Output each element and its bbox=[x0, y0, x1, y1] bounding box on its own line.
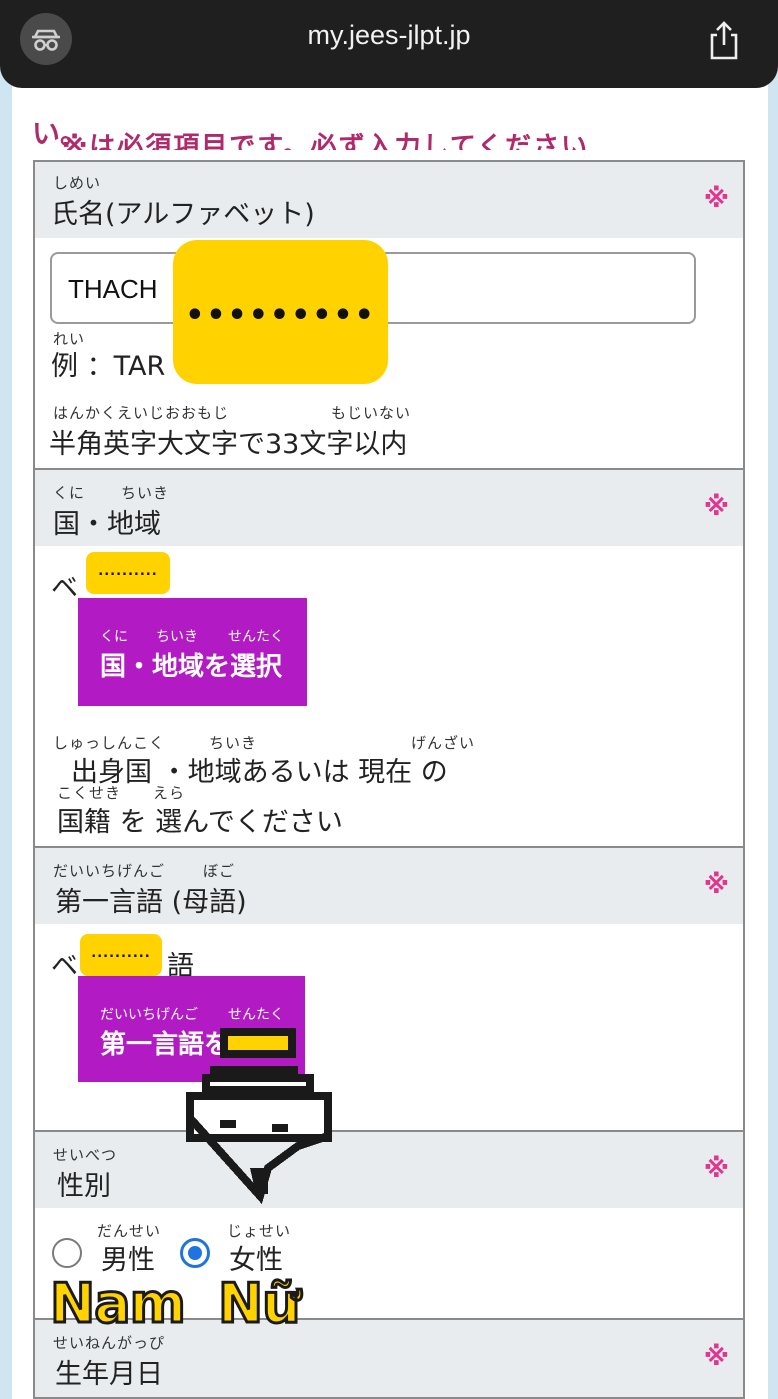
country-section-header: くに ちいき 国・地域 ※ bbox=[33, 468, 745, 548]
gender-section-header: せいべつ 性別 ※ bbox=[33, 1130, 745, 1210]
language-ruby-2: ぼご bbox=[203, 862, 236, 880]
country-value: ベ bbox=[51, 573, 78, 604]
censor-box: .......... bbox=[80, 934, 162, 976]
overlay-caption-nu: Nữ bbox=[217, 1271, 303, 1337]
button-ruby-3: せんたく bbox=[228, 629, 284, 645]
name-ruby: しめい bbox=[53, 174, 102, 192]
name-section-header: しめい 氏名(アルファベット) ※ bbox=[33, 160, 745, 240]
required-notice: い。 bbox=[32, 117, 89, 150]
censor-dots: .......... bbox=[91, 946, 151, 961]
language-value-prefix: ベ bbox=[51, 951, 78, 982]
gender-label: 性別 bbox=[57, 1171, 111, 1202]
gender-female-radio[interactable] bbox=[180, 1238, 210, 1268]
required-mark: ※ bbox=[703, 1342, 729, 1372]
censor-box: .......... bbox=[86, 552, 170, 594]
overlay-caption-nam: Nam bbox=[49, 1271, 188, 1337]
pixel-hand-cursor-icon bbox=[186, 1028, 332, 1204]
browser-toolbar: my.jees-jlpt.jp bbox=[0, 0, 778, 88]
gender-ruby: せいべつ bbox=[53, 1146, 118, 1164]
country-hint-1: 出身国 ・地域あるいは 現在 の bbox=[71, 757, 448, 788]
required-notice-partial: ※は必須項目です。必ず入力してください bbox=[62, 132, 590, 150]
button-ruby-1: くに bbox=[100, 629, 128, 645]
select-country-button[interactable]: くに ちいき せんたく 国・地域を選択 bbox=[78, 598, 307, 706]
select-country-label: 国・地域を選択 bbox=[100, 652, 283, 682]
name-label: 氏名(アルファベット) bbox=[51, 199, 315, 230]
hint-ruby-1: はんかくえいじおおもじ bbox=[53, 404, 230, 422]
button-ruby-2: ちいき bbox=[156, 629, 198, 645]
required-mark: ※ bbox=[703, 492, 729, 522]
hint-ruby-2: もじいない bbox=[331, 404, 412, 422]
required-mark: ※ bbox=[703, 870, 729, 900]
country-ruby-1: くに bbox=[53, 484, 86, 502]
language-ruby-1: だいいちげんご bbox=[53, 862, 166, 880]
birthdate-label: 生年月日 bbox=[55, 1359, 163, 1390]
required-mark: ※ bbox=[703, 184, 729, 214]
country-ruby-2: ちいき bbox=[121, 484, 170, 502]
name-hint: 半角英字大文字で33文字以内 bbox=[49, 429, 408, 460]
name-example: 例 ：TAR bbox=[51, 351, 166, 382]
censor-dots: .......... bbox=[98, 564, 158, 579]
required-mark: ※ bbox=[703, 1154, 729, 1184]
share-icon bbox=[710, 21, 738, 60]
censor-dots: ••••••••• bbox=[185, 298, 376, 333]
gender-male-radio[interactable] bbox=[52, 1238, 82, 1268]
share-button[interactable] bbox=[706, 20, 742, 60]
country-hint-2: 国籍 を 選んでください bbox=[57, 807, 343, 838]
birthdate-ruby: せいねんがっぴ bbox=[53, 1334, 166, 1352]
language-label: 第一言語 (母語) bbox=[55, 887, 247, 918]
name-section-body: THACH れい 例 ：TAR はんかくえいじおおもじ もじいない 半角英字大文… bbox=[33, 238, 745, 470]
url-bar[interactable]: my.jees-jlpt.jp bbox=[0, 20, 778, 51]
country-label: 国・地域 bbox=[53, 509, 161, 540]
censor-box: ••••••••• bbox=[173, 240, 388, 384]
name-input-value: THACH bbox=[68, 274, 158, 304]
language-section-header: だいいちげんご ぼご 第一言語 (母語) ※ bbox=[33, 846, 745, 926]
